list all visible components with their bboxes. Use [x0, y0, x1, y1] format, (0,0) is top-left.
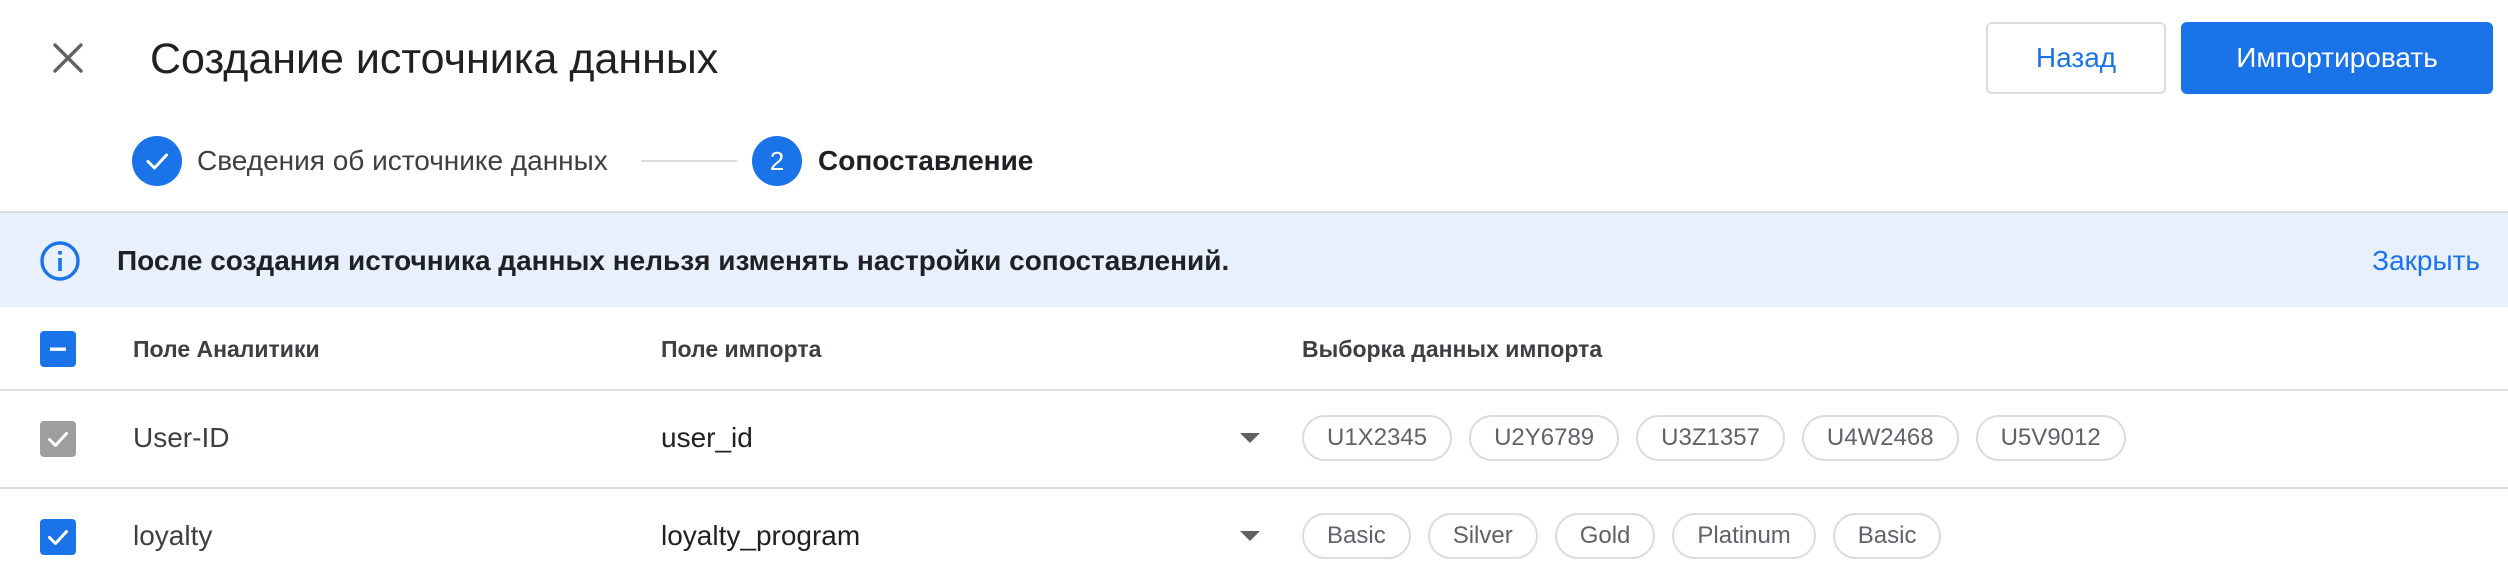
analytics-field-name: User-ID	[133, 422, 230, 453]
step-1-complete	[132, 136, 182, 186]
column-header-analytics-field: Поле Аналитики	[133, 336, 320, 362]
row-checkbox[interactable]	[40, 519, 76, 555]
step-2-label: Сопоставление	[818, 145, 1034, 176]
sample-chips: U1X2345 U2Y6789 U3Z1357 U4W2468 U5V9012	[1302, 415, 2126, 461]
sample-chip: Gold	[1554, 513, 1656, 559]
close-button[interactable]	[40, 30, 96, 86]
sample-chip: U2Y6789	[1469, 415, 1620, 461]
sample-chip: U4W2468	[1801, 415, 1959, 461]
header: Создание источника данных Назад Импортир…	[0, 0, 2508, 118]
sample-chips: Basic Silver Gold Platinum Basic	[1302, 513, 1942, 559]
info-banner: После создания источника данных нельзя и…	[0, 211, 2508, 307]
checkmark-icon	[146, 153, 168, 170]
mapping-table: Поле Аналитики Поле импорта Выборка данн…	[0, 307, 2508, 585]
row-checkbox-disabled	[40, 421, 76, 457]
table-row: loyalty loyalty_program Basic Silver Gol…	[0, 489, 2508, 585]
banner-close-link[interactable]: Закрыть	[2372, 241, 2480, 281]
import-field-select[interactable]: loyalty_program	[650, 505, 1260, 567]
indeterminate-icon	[50, 347, 66, 351]
import-button[interactable]: Импортировать	[2181, 22, 2493, 94]
step-1-label: Сведения об источнике данных	[197, 145, 608, 176]
back-button[interactable]: Назад	[1986, 22, 2166, 94]
select-all-checkbox[interactable]	[40, 331, 76, 367]
import-field-select[interactable]: user_id	[650, 407, 1260, 469]
dropdown-arrow-icon	[1240, 531, 1260, 541]
step-2-number: 2	[752, 136, 802, 186]
stepper: Сведения об источнике данных 2 Сопоставл…	[0, 118, 2508, 211]
table-header: Поле Аналитики Поле импорта Выборка данн…	[0, 307, 2508, 391]
column-header-import-sample: Выборка данных импорта	[1302, 336, 1603, 362]
sample-chip: U3Z1357	[1636, 415, 1785, 461]
sample-chip: Basic	[1832, 513, 1942, 559]
sample-chip: U1X2345	[1302, 415, 1453, 461]
page-title: Создание источника данных	[150, 35, 719, 83]
sample-chip: U5V9012	[1975, 415, 2126, 461]
close-icon	[53, 43, 83, 73]
column-header-import-field[interactable]: Поле импорта	[661, 331, 821, 367]
info-icon	[40, 241, 80, 281]
step-connector	[641, 160, 737, 162]
table-row: User-ID user_id U1X2345 U2Y6789 U3Z1357 …	[0, 391, 2508, 489]
analytics-field-name: loyalty	[133, 520, 213, 551]
checkmark-icon	[48, 530, 68, 545]
sample-chip: Silver	[1427, 513, 1538, 559]
checkmark-icon	[48, 432, 68, 447]
import-field-value: loyalty_program	[661, 520, 861, 551]
banner-message: После создания источника данных нельзя и…	[117, 245, 1230, 276]
sample-chip: Basic	[1302, 513, 1411, 559]
dropdown-arrow-icon	[1240, 433, 1260, 443]
sample-chip: Platinum	[1672, 513, 1816, 559]
import-field-value: user_id	[661, 422, 753, 453]
